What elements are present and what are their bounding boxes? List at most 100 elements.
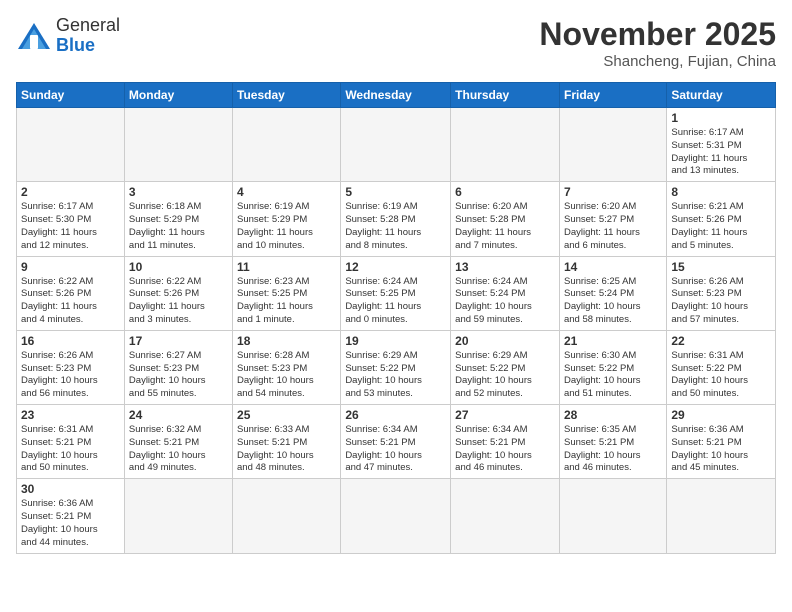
- location: Shancheng, Fujian, China: [539, 53, 776, 70]
- calendar-cell: 11 Sunrise: 6:23 AMSunset: 5:25 PMDayligh…: [233, 256, 341, 330]
- day-number: 5: [345, 185, 446, 199]
- title-block: November 2025 Shancheng, Fujian, China: [539, 16, 776, 70]
- calendar-cell: 9 Sunrise: 6:22 AMSunset: 5:26 PMDaylight…: [17, 256, 125, 330]
- day-number: 7: [564, 185, 662, 199]
- day-info: Sunrise: 6:33 AMSunset: 5:21 PMDaylight:…: [237, 424, 336, 475]
- calendar-cell: 26 Sunrise: 6:34 AMSunset: 5:21 PMDayligh…: [341, 405, 451, 479]
- calendar-cell: [451, 108, 560, 182]
- calendar-cell: 6Sunrise: 6:20 AMSunset: 5:28 PMDaylight…: [451, 182, 560, 256]
- calendar-cell: 15Sunrise: 6:26 AMSunset: 5:23 PMDayligh…: [667, 256, 776, 330]
- calendar-week-6: 30 Sunrise: 6:36 AMSunset: 5:21 PMDayligh…: [17, 479, 776, 553]
- day-number: 18: [237, 334, 336, 348]
- weekday-header-sunday: Sunday: [17, 83, 125, 108]
- day-info: Sunrise: 6:34 AMSunset: 5:21 PMDaylight:…: [455, 424, 555, 475]
- day-number: 30: [21, 482, 120, 496]
- day-info: Sunrise: 6:35 AMSunset: 5:21 PMDaylight:…: [564, 424, 662, 475]
- calendar-cell: [559, 108, 666, 182]
- day-info: Sunrise: 6:19 AMSunset: 5:29 PMDaylight:…: [237, 201, 336, 252]
- day-info: Sunrise: 6:34 AMSunset: 5:21 PMDaylight:…: [345, 424, 446, 475]
- day-number: 21: [564, 334, 662, 348]
- calendar-week-1: 1 Sunrise: 6:17 AMSunset: 5:31 PMDaylight…: [17, 108, 776, 182]
- calendar-cell: 25 Sunrise: 6:33 AMSunset: 5:21 PMDayligh…: [233, 405, 341, 479]
- day-info: Sunrise: 6:31 AMSunset: 5:22 PMDaylight:…: [671, 350, 771, 401]
- day-number: 9: [21, 260, 120, 274]
- calendar-cell: 17 Sunrise: 6:27 AMSunset: 5:23 PMDayligh…: [124, 330, 232, 404]
- day-number: 29: [671, 408, 771, 422]
- calendar-cell: 1 Sunrise: 6:17 AMSunset: 5:31 PMDaylight…: [667, 108, 776, 182]
- day-number: 4: [237, 185, 336, 199]
- day-info: Sunrise: 6:17 AMSunset: 5:31 PMDaylight:…: [671, 127, 771, 178]
- day-info: Sunrise: 6:27 AMSunset: 5:23 PMDaylight:…: [129, 350, 228, 401]
- calendar-cell: [17, 108, 125, 182]
- day-info: Sunrise: 6:32 AMSunset: 5:21 PMDaylight:…: [129, 424, 228, 475]
- calendar-cell: [124, 479, 232, 553]
- weekday-header-thursday: Thursday: [451, 83, 560, 108]
- calendar-cell: 20Sunrise: 6:29 AMSunset: 5:22 PMDayligh…: [451, 330, 560, 404]
- day-info: Sunrise: 6:30 AMSunset: 5:22 PMDaylight:…: [564, 350, 662, 401]
- page-header: GeneralBlue November 2025 Shancheng, Fuj…: [16, 16, 776, 70]
- day-number: 10: [129, 260, 228, 274]
- calendar-cell: [559, 479, 666, 553]
- calendar-cell: [451, 479, 560, 553]
- calendar-cell: [667, 479, 776, 553]
- day-info: Sunrise: 6:18 AMSunset: 5:29 PMDaylight:…: [129, 201, 228, 252]
- day-number: 11: [237, 260, 336, 274]
- day-info: Sunrise: 6:26 AMSunset: 5:23 PMDaylight:…: [671, 276, 771, 327]
- day-info: Sunrise: 6:29 AMSunset: 5:22 PMDaylight:…: [455, 350, 555, 401]
- day-number: 13: [455, 260, 555, 274]
- logo: GeneralBlue: [16, 16, 120, 56]
- weekday-header-monday: Monday: [124, 83, 232, 108]
- day-info: Sunrise: 6:26 AMSunset: 5:23 PMDaylight:…: [21, 350, 120, 401]
- calendar-week-5: 23Sunrise: 6:31 AMSunset: 5:21 PMDayligh…: [17, 405, 776, 479]
- day-info: Sunrise: 6:24 AMSunset: 5:25 PMDaylight:…: [345, 276, 446, 327]
- calendar-cell: 4 Sunrise: 6:19 AMSunset: 5:29 PMDaylight…: [233, 182, 341, 256]
- calendar-cell: 3 Sunrise: 6:18 AMSunset: 5:29 PMDaylight…: [124, 182, 232, 256]
- day-info: Sunrise: 6:24 AMSunset: 5:24 PMDaylight:…: [455, 276, 555, 327]
- calendar-cell: [233, 479, 341, 553]
- calendar-cell: 18 Sunrise: 6:28 AMSunset: 5:23 PMDayligh…: [233, 330, 341, 404]
- calendar-week-3: 9 Sunrise: 6:22 AMSunset: 5:26 PMDaylight…: [17, 256, 776, 330]
- day-info: Sunrise: 6:21 AMSunset: 5:26 PMDaylight:…: [671, 201, 771, 252]
- weekday-header-tuesday: Tuesday: [233, 83, 341, 108]
- day-info: Sunrise: 6:25 AMSunset: 5:24 PMDaylight:…: [564, 276, 662, 327]
- day-number: 17: [129, 334, 228, 348]
- calendar-cell: [124, 108, 232, 182]
- calendar-week-2: 2 Sunrise: 6:17 AMSunset: 5:30 PMDaylight…: [17, 182, 776, 256]
- day-number: 19: [345, 334, 446, 348]
- calendar-cell: 28 Sunrise: 6:35 AMSunset: 5:21 PMDayligh…: [559, 405, 666, 479]
- calendar-cell: 29Sunrise: 6:36 AMSunset: 5:21 PMDayligh…: [667, 405, 776, 479]
- day-number: 2: [21, 185, 120, 199]
- day-number: 26: [345, 408, 446, 422]
- day-info: Sunrise: 6:22 AMSunset: 5:26 PMDaylight:…: [21, 276, 120, 327]
- calendar-cell: 8 Sunrise: 6:21 AMSunset: 5:26 PMDaylight…: [667, 182, 776, 256]
- day-info: Sunrise: 6:36 AMSunset: 5:21 PMDaylight:…: [21, 498, 120, 549]
- day-number: 28: [564, 408, 662, 422]
- day-number: 22: [671, 334, 771, 348]
- day-info: Sunrise: 6:28 AMSunset: 5:23 PMDaylight:…: [237, 350, 336, 401]
- calendar-week-4: 16Sunrise: 6:26 AMSunset: 5:23 PMDayligh…: [17, 330, 776, 404]
- calendar-cell: 21 Sunrise: 6:30 AMSunset: 5:22 PMDayligh…: [559, 330, 666, 404]
- calendar-cell: 19 Sunrise: 6:29 AMSunset: 5:22 PMDayligh…: [341, 330, 451, 404]
- calendar-cell: [341, 479, 451, 553]
- month-title: November 2025: [539, 16, 776, 53]
- calendar-cell: 22 Sunrise: 6:31 AMSunset: 5:22 PMDayligh…: [667, 330, 776, 404]
- day-info: Sunrise: 6:17 AMSunset: 5:30 PMDaylight:…: [21, 201, 120, 252]
- day-info: Sunrise: 6:29 AMSunset: 5:22 PMDaylight:…: [345, 350, 446, 401]
- calendar-cell: 5Sunrise: 6:19 AMSunset: 5:28 PMDaylight…: [341, 182, 451, 256]
- day-number: 3: [129, 185, 228, 199]
- calendar-cell: 14Sunrise: 6:25 AMSunset: 5:24 PMDayligh…: [559, 256, 666, 330]
- day-info: Sunrise: 6:20 AMSunset: 5:28 PMDaylight:…: [455, 201, 555, 252]
- day-number: 23: [21, 408, 120, 422]
- logo-text: GeneralBlue: [56, 16, 120, 56]
- day-number: 27: [455, 408, 555, 422]
- day-number: 8: [671, 185, 771, 199]
- day-number: 25: [237, 408, 336, 422]
- calendar-cell: 24Sunrise: 6:32 AMSunset: 5:21 PMDayligh…: [124, 405, 232, 479]
- calendar-cell: 27 Sunrise: 6:34 AMSunset: 5:21 PMDayligh…: [451, 405, 560, 479]
- weekday-header-row: SundayMondayTuesdayWednesdayThursdayFrid…: [17, 83, 776, 108]
- day-info: Sunrise: 6:23 AMSunset: 5:25 PMDaylight:…: [237, 276, 336, 327]
- calendar-cell: 2 Sunrise: 6:17 AMSunset: 5:30 PMDaylight…: [17, 182, 125, 256]
- day-number: 1: [671, 111, 771, 125]
- day-number: 12: [345, 260, 446, 274]
- calendar-cell: 10Sunrise: 6:22 AMSunset: 5:26 PMDayligh…: [124, 256, 232, 330]
